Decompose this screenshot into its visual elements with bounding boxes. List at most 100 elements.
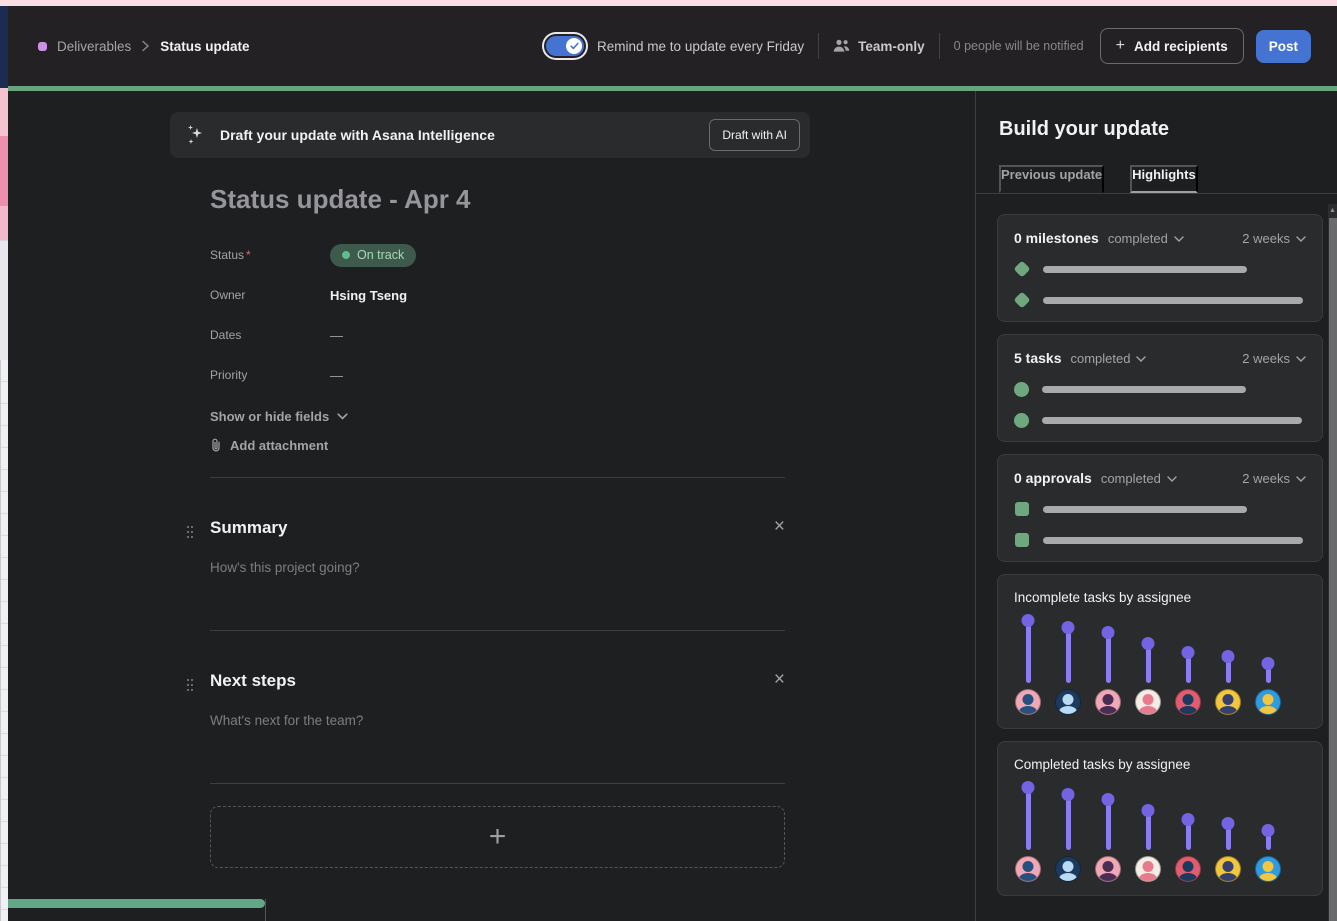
approvals-card[interactable]: 0 approvals completed 2 weeks — [997, 454, 1323, 562]
chevron-down-icon — [1296, 475, 1306, 482]
completed-tasks-chart-card[interactable]: Completed tasks by assignee — [997, 741, 1323, 896]
skeleton-bar — [1043, 265, 1248, 273]
screen: Deliverables Status update Remind me to … — [0, 0, 1337, 921]
update-title-input[interactable]: Status update - Apr 4 — [210, 184, 785, 215]
assignee-avatar — [1015, 856, 1041, 882]
field-label: Priority — [210, 368, 248, 382]
skeleton-row — [1014, 381, 1306, 397]
section-heading[interactable]: Next steps — [210, 671, 785, 691]
lollipop-bar — [1105, 800, 1111, 850]
assignee-column — [1015, 788, 1041, 882]
assignee-column — [1095, 633, 1121, 715]
status-on-track-pill[interactable]: On track — [330, 243, 417, 267]
show-or-hide-fields-label: Show or hide fields — [210, 409, 330, 424]
milestones-count: 0 milestones — [1014, 230, 1099, 246]
show-or-hide-fields-button[interactable]: Show or hide fields — [210, 409, 348, 424]
ai-banner-message: Draft your update with Asana Intelligenc… — [220, 127, 495, 143]
reminder-toggle[interactable] — [546, 36, 585, 56]
chevron-down-icon — [337, 413, 348, 420]
background-window-left-strip — [0, 6, 8, 921]
breadcrumb: Deliverables Status update — [38, 39, 250, 54]
assignee-avatar — [1215, 689, 1241, 715]
assignee-column — [1055, 628, 1081, 715]
incomplete-tasks-lollipop-chart — [1014, 613, 1306, 715]
app-body: Draft your update with Asana Intelligenc… — [8, 91, 1337, 921]
scrollbar-thumb[interactable] — [1328, 218, 1337, 921]
lollipop-bar — [1025, 621, 1031, 683]
assignee-column — [1175, 653, 1201, 715]
assignee-avatar — [1055, 856, 1081, 882]
privacy-button[interactable]: Team-only — [833, 39, 925, 54]
assignee-avatar — [1095, 689, 1121, 715]
assignee-column — [1215, 657, 1241, 715]
drag-handle-icon[interactable] — [187, 679, 189, 681]
tasks-card[interactable]: 5 tasks completed 2 weeks — [997, 334, 1323, 442]
assignee-column — [1175, 820, 1201, 882]
assignee-avatar — [1135, 856, 1161, 882]
next-steps-text-area[interactable]: What's next for the team? — [210, 713, 785, 783]
lollipop-bar — [1065, 795, 1071, 850]
card-header: 0 approvals completed 2 weeks — [1014, 470, 1306, 486]
privacy-label: Team-only — [858, 38, 925, 54]
update-editor: Draft your update with Asana Intelligenc… — [8, 91, 975, 921]
header: Deliverables Status update Remind me to … — [8, 6, 1337, 86]
assignee-column — [1135, 811, 1161, 882]
assignee-column — [1255, 831, 1281, 882]
background-sliver-navy — [0, 6, 8, 88]
range-dropdown[interactable]: 2 weeks — [1242, 471, 1306, 486]
completed-filter-dropdown[interactable]: completed — [1108, 231, 1184, 246]
draft-with-ai-button[interactable]: Draft with AI — [709, 119, 800, 151]
reminder-group: Remind me to update every Friday — [540, 36, 804, 56]
milestones-card[interactable]: 0 milestones completed 2 weeks — [997, 214, 1323, 322]
close-icon[interactable]: × — [774, 670, 785, 689]
completed-filter-dropdown[interactable]: completed — [1101, 471, 1177, 486]
divider — [210, 477, 785, 478]
divider — [210, 630, 785, 631]
tasks-count: 5 tasks — [1014, 350, 1062, 366]
approval-square-icon — [1015, 502, 1029, 516]
plus-icon: + — [488, 820, 507, 853]
asana-status-update-window: Deliverables Status update Remind me to … — [8, 6, 1337, 921]
completed-tasks-lollipop-chart — [1014, 780, 1306, 882]
lollipop-bar — [1145, 644, 1151, 683]
background-sliver-pale — [0, 240, 8, 360]
background-sliver-rows — [0, 360, 8, 921]
add-attachment-button[interactable]: Add attachment — [210, 438, 328, 453]
section-heading[interactable]: Summary — [210, 518, 785, 538]
close-icon[interactable]: × — [774, 517, 785, 536]
priority-value[interactable]: — — [330, 368, 343, 383]
drag-handle-icon[interactable] — [187, 526, 189, 528]
lollipop-bar — [1145, 811, 1151, 850]
breadcrumb-current-page: Status update — [160, 38, 250, 54]
summary-text-area[interactable]: How's this project going? — [210, 560, 785, 630]
breadcrumb-project-link[interactable]: Deliverables — [57, 39, 131, 54]
header-divider — [818, 33, 820, 59]
field-label: Dates — [210, 328, 242, 342]
tab-highlights[interactable]: Highlights — [1130, 165, 1198, 193]
skeleton-bar — [1042, 416, 1302, 424]
range-dropdown[interactable]: 2 weeks — [1242, 351, 1306, 366]
incomplete-tasks-chart-card[interactable]: Incomplete tasks by assignee — [997, 574, 1323, 729]
assignee-column — [1255, 664, 1281, 715]
owner-value[interactable]: Hsing Tseng — [330, 288, 407, 303]
status-pill-label: On track — [357, 247, 405, 262]
panel-header: Build your update Previous update Highli… — [976, 91, 1337, 193]
dates-value[interactable]: — — [330, 328, 343, 343]
highlights-scroll-area[interactable]: 0 milestones completed 2 weeks 5 tasks c… — [976, 193, 1337, 921]
completed-filter-dropdown[interactable]: completed — [1070, 351, 1147, 366]
lollipop-bar — [1025, 788, 1031, 850]
chevron-down-icon — [1296, 355, 1306, 362]
panel-scrollbar[interactable]: ▲ — [1328, 204, 1337, 921]
paperclip-icon — [210, 438, 222, 453]
scroll-up-arrow-icon[interactable]: ▲ — [1328, 204, 1337, 217]
chevron-down-icon — [1296, 235, 1306, 242]
add-recipients-button[interactable]: + Add recipients — [1099, 28, 1244, 64]
task-circle-icon — [1014, 381, 1029, 397]
add-section-button[interactable]: + — [210, 806, 785, 868]
divider — [210, 783, 785, 784]
background-sliver-pink — [0, 206, 8, 240]
skeleton-bar — [1043, 536, 1303, 544]
tab-previous-update[interactable]: Previous update — [999, 165, 1105, 193]
range-dropdown[interactable]: 2 weeks — [1242, 231, 1306, 246]
post-button[interactable]: Post — [1255, 29, 1311, 63]
